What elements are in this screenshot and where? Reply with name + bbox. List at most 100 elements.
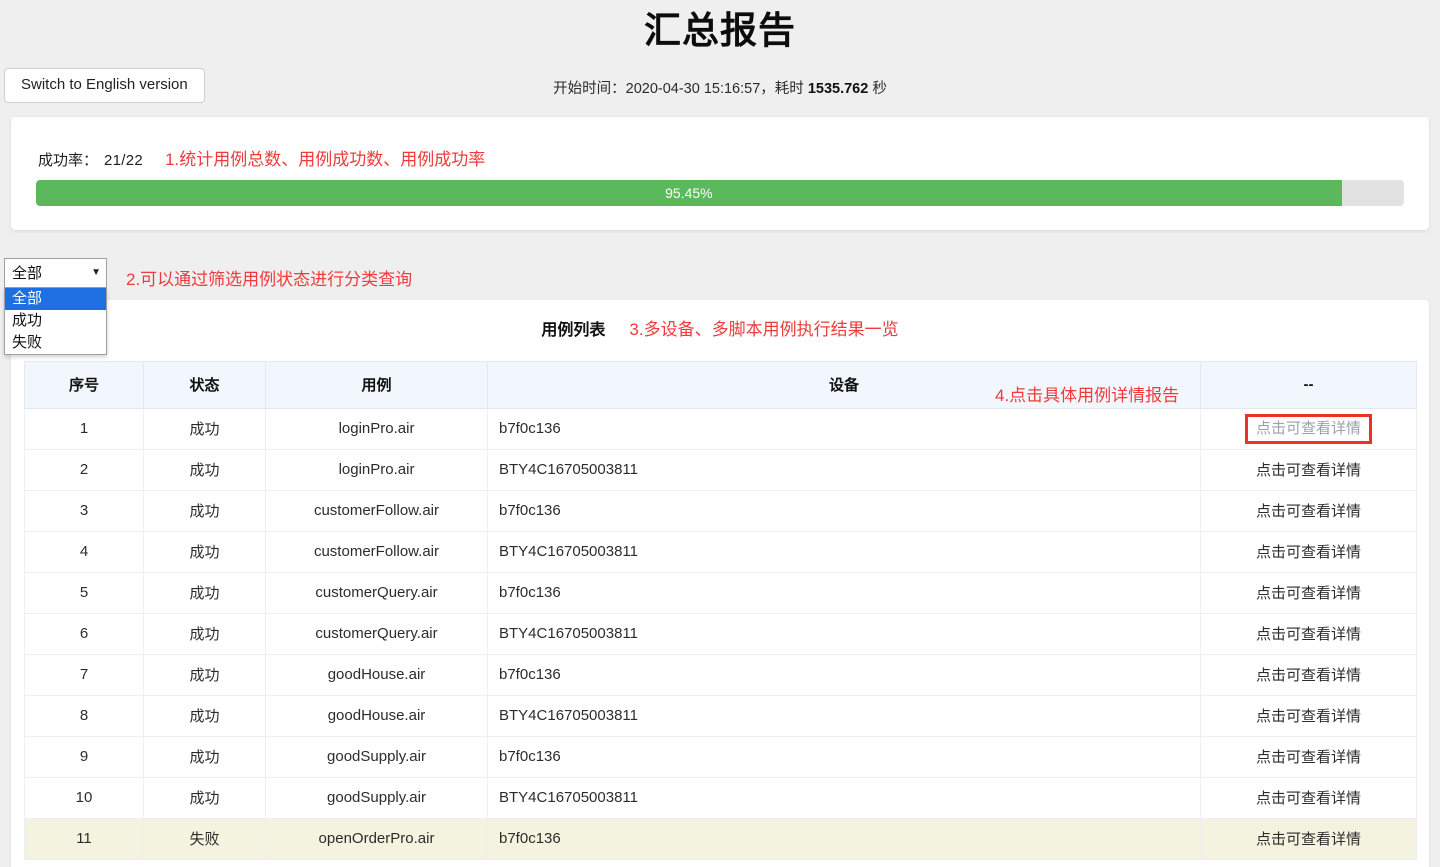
cell-device: b7f0c136 bbox=[487, 817, 1201, 860]
cell-device: b7f0c136 bbox=[487, 653, 1201, 696]
table-row: 10 成功 goodSupply.air BTY4C16705003811 点击可查看详… bbox=[24, 776, 1417, 819]
status-filter[interactable]: 全部 ▼ 全部 成功 失败 bbox=[4, 257, 107, 355]
status-filter-option-1[interactable]: 成功 bbox=[5, 310, 106, 332]
cell-index: 2 bbox=[24, 448, 144, 491]
annotation-4: 4.点击具体用例详情报告 bbox=[995, 385, 1180, 405]
cell-index: 7 bbox=[24, 653, 144, 696]
column-header-case: 用例 bbox=[265, 360, 488, 409]
success-rate-line: 成功率： 21/22 1.统计用例总数、用例成功数、用例成功率 bbox=[38, 145, 1416, 170]
cell-device: BTY4C16705003811 bbox=[487, 776, 1201, 819]
cell-case: customerFollow.air bbox=[265, 530, 488, 573]
status-filter-option-0[interactable]: 全部 bbox=[5, 287, 106, 310]
cell-device: b7f0c136 bbox=[487, 571, 1201, 614]
detail-link[interactable]: 点击可查看详情 bbox=[1200, 571, 1417, 614]
annotation-2: 2.可以通过筛选用例状态进行分类查询 bbox=[126, 269, 413, 289]
detail-link[interactable]: 点击可查看详情 bbox=[1200, 776, 1417, 819]
cell-index: 4 bbox=[24, 530, 144, 573]
cell-device: BTY4C16705003811 bbox=[487, 530, 1201, 573]
results-heading-row: 用例列表 3.多设备、多脚本用例执行结果一览 4.点击具体用例详情报告 bbox=[24, 315, 1416, 405]
filter-zone: 全部 ▼ 全部 成功 失败 2.可以通过筛选用例状态进行分类查询 bbox=[0, 248, 1440, 355]
cell-case: openOrderPro.air bbox=[265, 817, 488, 860]
success-rate-label: 成功率： bbox=[38, 151, 99, 169]
cell-status: 成功 bbox=[143, 571, 266, 614]
page-title: 汇总报告 bbox=[644, 10, 796, 51]
cell-device: BTY4C16705003811 bbox=[487, 448, 1201, 491]
cell-status: 成功 bbox=[143, 407, 266, 450]
success-rate-value: 21/22 bbox=[104, 151, 144, 169]
cell-case: customerQuery.air bbox=[265, 571, 488, 614]
cell-device: b7f0c136 bbox=[487, 489, 1201, 532]
detail-link[interactable]: 点击可查看详情 bbox=[1200, 448, 1417, 491]
table-row: 2 成功 loginPro.air BTY4C16705003811 点击可查看详情 bbox=[24, 448, 1417, 491]
cell-status: 成功 bbox=[143, 489, 266, 532]
cell-case: customerFollow.air bbox=[265, 489, 488, 532]
detail-link[interactable]: 点击可查看详情 bbox=[1200, 653, 1417, 696]
cell-index: 9 bbox=[24, 735, 144, 778]
success-rate-progress-track: 95.45% bbox=[36, 179, 1404, 206]
duration-label: ，耗时 bbox=[760, 81, 808, 98]
table-row: 9 成功 goodSupply.air b7f0c136 点击可查看详情 bbox=[24, 735, 1417, 778]
detail-link[interactable]: 点击可查看详情 bbox=[1200, 612, 1417, 655]
column-header-index: 序号 bbox=[24, 360, 144, 409]
table-row: 11 失败 openOrderPro.air b7f0c136 点击可查看详情 bbox=[24, 817, 1417, 860]
start-time-label: 开始时间： bbox=[553, 81, 626, 98]
results-heading: 用例列表 bbox=[541, 321, 606, 339]
cell-case: loginPro.air bbox=[265, 407, 488, 450]
annotation-1: 1.统计用例总数、用例成功数、用例成功率 bbox=[165, 149, 486, 169]
cell-status: 成功 bbox=[143, 653, 266, 696]
cell-status: 成功 bbox=[143, 612, 266, 655]
table-row: 1 成功 loginPro.air b7f0c136 点击可查看详情 bbox=[24, 407, 1417, 450]
detail-link[interactable]: 点击可查看详情 bbox=[1200, 694, 1417, 737]
cell-status: 成功 bbox=[143, 530, 266, 573]
table-row: 8 成功 goodHouse.air BTY4C16705003811 点击可查看详情 bbox=[24, 694, 1417, 737]
table-row: 3 成功 customerFollow.air b7f0c136 点击可查看详情 bbox=[24, 489, 1417, 532]
duration-unit: 秒 bbox=[868, 81, 887, 98]
cell-index: 11 bbox=[24, 817, 144, 860]
cell-device: b7f0c136 bbox=[487, 407, 1201, 450]
success-rate-progress-fill: 95.45% bbox=[36, 179, 1342, 206]
chevron-down-icon: ▼ bbox=[91, 267, 101, 279]
start-time-value: 2020-04-30 15:16:57 bbox=[625, 81, 761, 98]
status-filter-value: 全部 bbox=[12, 265, 43, 283]
cell-device: BTY4C16705003811 bbox=[487, 694, 1201, 737]
cell-index: 3 bbox=[24, 489, 144, 532]
run-metadata: 开始时间：2020-04-30 15:16:57，耗时 1535.762 秒 bbox=[0, 79, 1440, 99]
table-row: 7 成功 goodHouse.air b7f0c136 点击可查看详情 bbox=[24, 653, 1417, 696]
detail-link[interactable]: 点击可查看详情 bbox=[1200, 817, 1417, 860]
cell-status: 成功 bbox=[143, 776, 266, 819]
cell-device: BTY4C16705003811 bbox=[487, 612, 1201, 655]
cell-case: goodSupply.air bbox=[265, 776, 488, 819]
detail-link[interactable]: 点击可查看详情 bbox=[1200, 735, 1417, 778]
status-filter-option-2[interactable]: 失败 bbox=[5, 332, 106, 354]
table-row: 5 成功 customerQuery.air b7f0c136 点击可查看详情 bbox=[24, 571, 1417, 614]
status-filter-select[interactable]: 全部 ▼ bbox=[4, 257, 107, 288]
table-row: 6 成功 customerQuery.air BTY4C16705003811 点击可查… bbox=[24, 612, 1417, 655]
cell-index: 8 bbox=[24, 694, 144, 737]
cell-index: 5 bbox=[24, 571, 144, 614]
cell-device: b7f0c136 bbox=[487, 735, 1201, 778]
summary-card: 成功率： 21/22 1.统计用例总数、用例成功数、用例成功率 95.45% bbox=[11, 116, 1429, 230]
cell-status: 成功 bbox=[143, 694, 266, 737]
table-header-row: 序号 状态 用例 设备 -- bbox=[24, 360, 1417, 409]
cell-case: loginPro.air bbox=[265, 448, 488, 491]
detail-link[interactable]: 点击可查看详情 bbox=[1200, 530, 1417, 573]
status-filter-options[interactable]: 全部 成功 失败 bbox=[4, 287, 107, 355]
duration-value: 1535.762 bbox=[807, 81, 869, 98]
cell-case: goodHouse.air bbox=[265, 694, 488, 737]
detail-link[interactable]: 点击可查看详情 bbox=[1200, 489, 1417, 532]
column-header-detail: -- bbox=[1200, 360, 1417, 409]
switch-language-button[interactable]: Switch to English version bbox=[4, 68, 205, 103]
page-header: 汇总报告 Switch to English version 开始时间：2020… bbox=[0, 0, 1440, 103]
cell-status: 成功 bbox=[143, 735, 266, 778]
detail-link-highlight[interactable]: 点击可查看详情 bbox=[1244, 413, 1372, 444]
cell-status: 成功 bbox=[143, 448, 266, 491]
cell-index: 1 bbox=[24, 407, 144, 450]
cell-index: 6 bbox=[24, 612, 144, 655]
column-header-status: 状态 bbox=[143, 360, 266, 409]
detail-link[interactable]: 点击可查看详情 bbox=[1200, 407, 1417, 450]
cell-index: 10 bbox=[24, 776, 144, 819]
cell-case: goodSupply.air bbox=[265, 735, 488, 778]
cell-case: customerQuery.air bbox=[265, 612, 488, 655]
annotation-3: 3.多设备、多脚本用例执行结果一览 bbox=[629, 319, 899, 339]
results-table: 序号 状态 用例 设备 -- 1 成功 loginPro.air b7f0c136 点击… bbox=[24, 360, 1417, 860]
